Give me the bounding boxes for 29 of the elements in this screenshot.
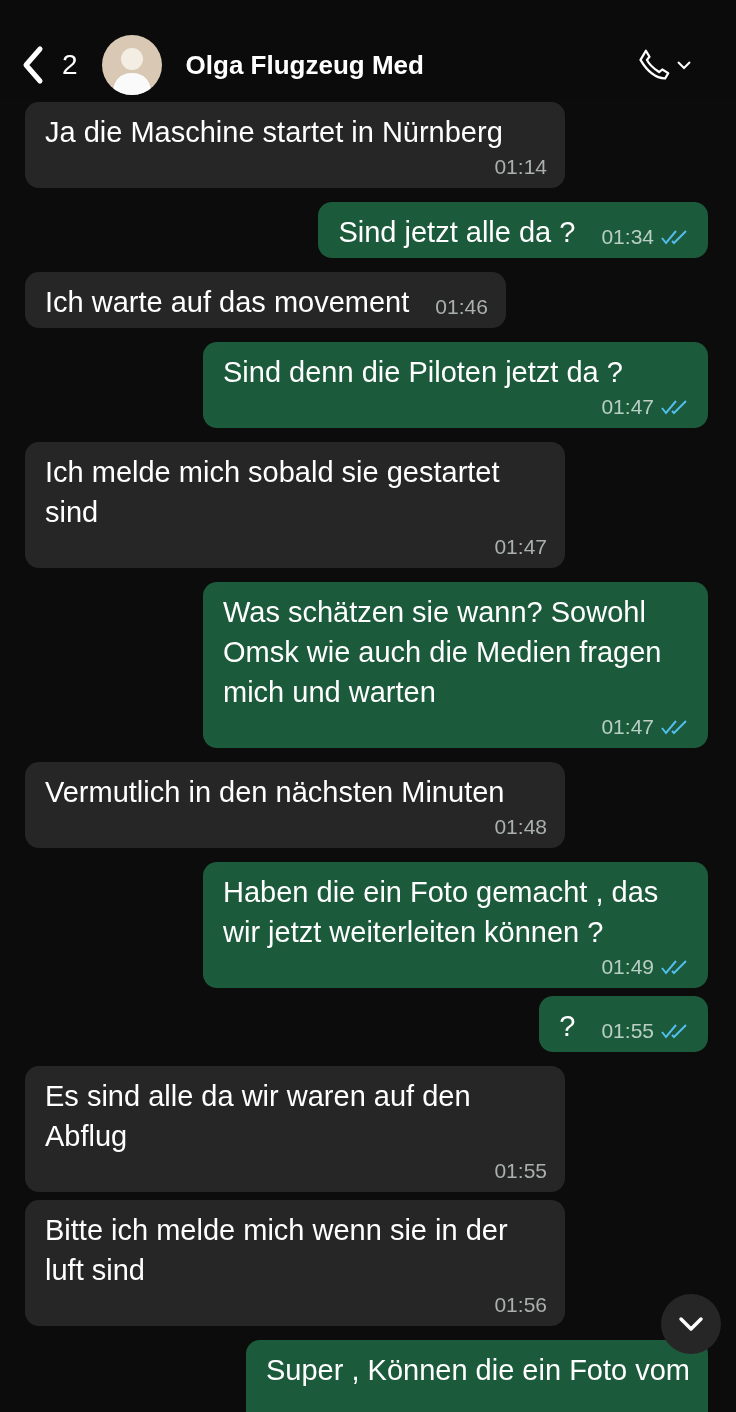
message-text: Ich melde mich sobald sie gestartet sind — [45, 455, 501, 530]
message-time: 01:49 — [601, 954, 654, 980]
message-text: Es sind alle da wir waren auf den Abflug — [45, 1079, 472, 1154]
chevron-down-icon — [678, 1316, 704, 1332]
message-text: Was schätzen sie wann? Sowohl Omsk wie auch die Medien fragen mich und warten — [223, 595, 663, 710]
message-time: 01:14 — [494, 154, 547, 180]
message-text: ? — [559, 1009, 576, 1044]
message-text: Vermutlich in den nächsten Minuten — [45, 775, 505, 810]
message-text: Sind denn die Piloten jetzt da ? — [223, 355, 623, 390]
message-time: 01:47 — [601, 714, 654, 740]
message-time: 01:47 — [494, 534, 547, 560]
message-text: Ja die Maschine startet in Nürnberg — [45, 115, 503, 150]
caret-icon — [676, 59, 692, 71]
message-text: Ich warte auf das movement — [45, 285, 410, 320]
message-text: Haben die ein Foto gemacht , das wir jetzt weiterleiten können ? — [223, 875, 660, 950]
message-time: 01:34 — [601, 224, 654, 250]
message-time: 01:56 — [494, 1292, 547, 1318]
message-time: 01:48 — [494, 814, 547, 840]
unread-count[interactable]: 2 — [62, 44, 78, 86]
message-time: 01:47 — [601, 394, 654, 420]
contact-name[interactable]: Olga Flugzeug Med — [185, 45, 424, 85]
call-button[interactable] — [636, 47, 692, 83]
phone-icon — [636, 47, 672, 83]
message-time: 01:46 — [435, 294, 488, 320]
message-text: Super , Können die ein Foto vom — [266, 1353, 690, 1388]
message-time: 01:55 — [601, 1018, 654, 1044]
message-time: 01:55 — [494, 1158, 547, 1184]
message-text: Bitte ich melde mich wenn sie in der luft sind — [45, 1213, 509, 1288]
message-text: Sind jetzt alle da ? — [338, 215, 576, 250]
